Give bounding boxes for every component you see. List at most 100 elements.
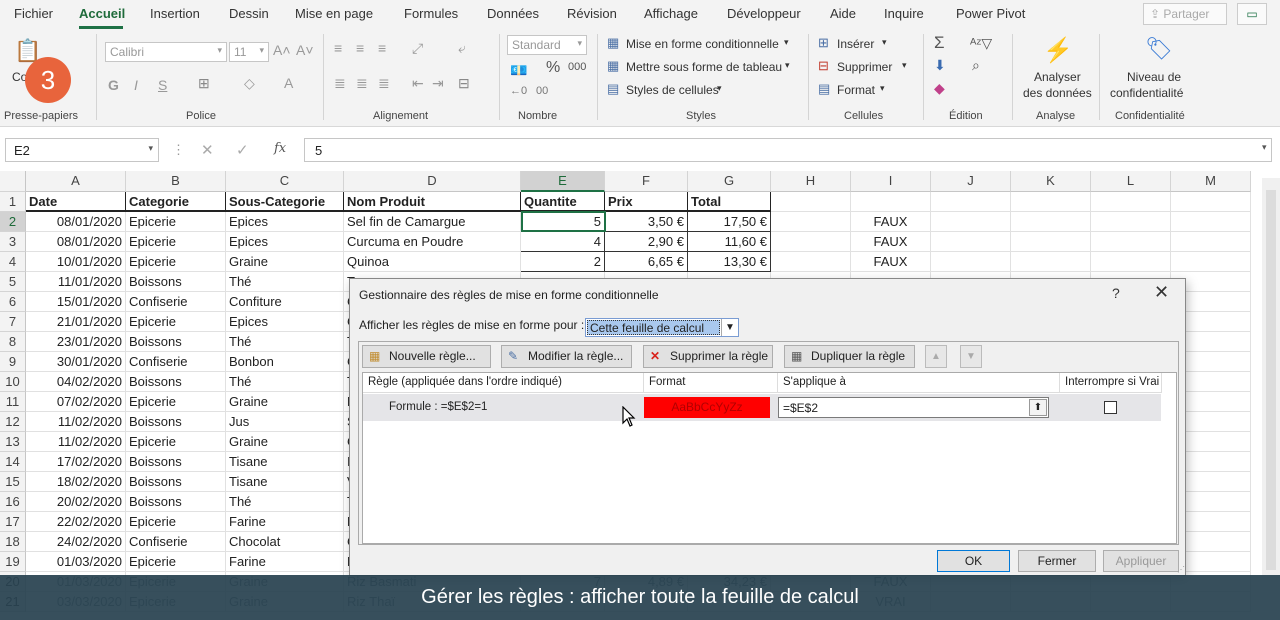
table-cell[interactable]: 2,90 € xyxy=(605,232,688,252)
font-color-icon[interactable]: A xyxy=(284,75,293,91)
table-cell[interactable]: 01/03/2020 xyxy=(26,552,126,572)
vertical-scrollbar[interactable] xyxy=(1262,178,1280,575)
cell[interactable] xyxy=(1171,252,1251,272)
table-cell[interactable]: Quinoa xyxy=(344,252,521,272)
row-header-8[interactable]: 8 xyxy=(0,332,26,352)
sort-filter-icon[interactable]: ᴬᶻ▽ xyxy=(970,35,992,52)
tab-formules[interactable]: Formules xyxy=(404,6,458,21)
row-header-11[interactable]: 11 xyxy=(0,392,26,412)
cell[interactable] xyxy=(771,252,851,272)
table-cell[interactable]: 2 xyxy=(521,252,605,272)
table-cell[interactable]: 17/02/2020 xyxy=(26,452,126,472)
table-cell[interactable]: 17,50 € xyxy=(688,212,771,232)
status-cell[interactable]: FAUX xyxy=(851,232,931,252)
cell[interactable] xyxy=(1011,212,1091,232)
table-cell[interactable]: 5 xyxy=(521,212,605,232)
row-header-2[interactable]: 2 xyxy=(0,212,26,232)
analyze-data-label[interactable]: Analyser xyxy=(1034,70,1081,84)
applies-to-input[interactable]: =$E$2 ⬆ xyxy=(778,397,1049,418)
table-cell[interactable]: Epices xyxy=(226,212,344,232)
share-button[interactable]: ⇪ Partager xyxy=(1143,3,1227,25)
column-header-I[interactable]: I xyxy=(851,171,931,192)
row-header-5[interactable]: 5 xyxy=(0,272,26,292)
stop-if-true-checkbox[interactable] xyxy=(1104,401,1117,414)
table-cell[interactable]: Thé xyxy=(226,492,344,512)
table-cell[interactable]: 30/01/2020 xyxy=(26,352,126,372)
increase-decimal-icon[interactable]: ←0 xyxy=(510,85,527,97)
edit-rule-button[interactable]: ✎ Modifier la règle... xyxy=(501,345,632,368)
align-middle-icon[interactable]: ≡ xyxy=(356,40,364,56)
delete-rule-button[interactable]: ✕ Supprimer la règle xyxy=(643,345,773,368)
column-header-J[interactable]: J xyxy=(931,171,1011,192)
table-cell[interactable]: 20/02/2020 xyxy=(26,492,126,512)
cell[interactable] xyxy=(1091,232,1171,252)
cell[interactable] xyxy=(851,192,931,212)
delete-cells-button[interactable]: Supprimer xyxy=(837,60,892,74)
cell[interactable] xyxy=(771,232,851,252)
cell[interactable] xyxy=(931,252,1011,272)
table-cell[interactable]: Jus xyxy=(226,412,344,432)
clear-icon[interactable]: ◆ xyxy=(934,80,945,97)
decrease-decimal-icon[interactable]: 00 xyxy=(536,85,548,97)
column-header-C[interactable]: C xyxy=(226,171,344,192)
tab-affichage[interactable]: Affichage xyxy=(644,6,698,21)
tab-mise-en-page[interactable]: Mise en page xyxy=(295,6,373,21)
resize-grip-icon[interactable]: ⋰ xyxy=(1177,565,1185,574)
table-cell[interactable]: Farine xyxy=(226,512,344,532)
tab-donnees[interactable]: Données xyxy=(487,6,539,21)
table-cell[interactable]: Thé xyxy=(226,272,344,292)
table-cell[interactable]: 11/02/2020 xyxy=(26,432,126,452)
wrap-text-icon[interactable]: ⤶ xyxy=(458,40,466,57)
column-header-D[interactable]: D xyxy=(344,171,521,192)
table-cell[interactable]: Tisane xyxy=(226,472,344,492)
table-cell[interactable]: 11,60 € xyxy=(688,232,771,252)
align-bottom-icon[interactable]: ≡ xyxy=(378,40,386,56)
help-button[interactable]: ? xyxy=(1112,285,1120,301)
cell[interactable] xyxy=(931,212,1011,232)
comments-button[interactable]: ▭ xyxy=(1237,3,1267,25)
table-cell[interactable]: 24/02/2020 xyxy=(26,532,126,552)
table-cell[interactable]: Confiserie xyxy=(126,292,226,312)
table-cell[interactable]: 08/01/2020 xyxy=(26,212,126,232)
analyze-data-icon[interactable]: ⚡ xyxy=(1043,36,1073,65)
table-cell[interactable]: 23/01/2020 xyxy=(26,332,126,352)
row-header-13[interactable]: 13 xyxy=(0,432,26,452)
table-header-cell[interactable]: Categorie xyxy=(126,192,226,212)
table-cell[interactable]: Epicerie xyxy=(126,252,226,272)
cell[interactable] xyxy=(1011,232,1091,252)
table-cell[interactable]: Boissons xyxy=(126,332,226,352)
table-cell[interactable]: Curcuma en Poudre xyxy=(344,232,521,252)
table-header-cell[interactable]: Total xyxy=(688,192,771,212)
column-header-rule[interactable]: Règle (appliquée dans l'ordre indiqué) xyxy=(363,373,644,393)
cell[interactable] xyxy=(1171,192,1251,212)
table-cell[interactable]: Tisane xyxy=(226,452,344,472)
tab-inquire[interactable]: Inquire xyxy=(884,6,924,21)
row-header-17[interactable]: 17 xyxy=(0,512,26,532)
table-cell[interactable]: Graine xyxy=(226,392,344,412)
table-cell[interactable]: 11/01/2020 xyxy=(26,272,126,292)
cell[interactable] xyxy=(931,232,1011,252)
cell[interactable] xyxy=(1011,252,1091,272)
table-header-cell[interactable]: Prix xyxy=(605,192,688,212)
italic-button[interactable]: I xyxy=(134,77,138,93)
column-header-stop[interactable]: Interrompre si Vrai xyxy=(1060,373,1162,393)
column-header-H[interactable]: H xyxy=(771,171,851,192)
row-header-16[interactable]: 16 xyxy=(0,492,26,512)
table-cell[interactable]: Boissons xyxy=(126,492,226,512)
table-cell[interactable]: Boissons xyxy=(126,372,226,392)
bold-button[interactable]: G xyxy=(108,77,119,93)
chevron-down-icon[interactable]: ▼ xyxy=(721,319,738,336)
confirm-icon[interactable]: ✓ xyxy=(236,141,249,159)
status-cell[interactable]: FAUX xyxy=(851,212,931,232)
table-cell[interactable]: Farine xyxy=(226,552,344,572)
column-header-B[interactable]: B xyxy=(126,171,226,192)
column-header-F[interactable]: F xyxy=(605,171,688,192)
row-header-18[interactable]: 18 xyxy=(0,532,26,552)
cell[interactable] xyxy=(771,212,851,232)
increase-font-icon[interactable]: A˄ xyxy=(273,42,291,58)
insert-cells-button[interactable]: Insérer xyxy=(837,37,874,51)
scrollbar-thumb[interactable] xyxy=(1266,190,1276,570)
table-cell[interactable]: Sel fin de Camargue xyxy=(344,212,521,232)
row-header-1[interactable]: 1 xyxy=(0,192,26,212)
analyze-data-label-2[interactable]: des données xyxy=(1023,86,1092,100)
